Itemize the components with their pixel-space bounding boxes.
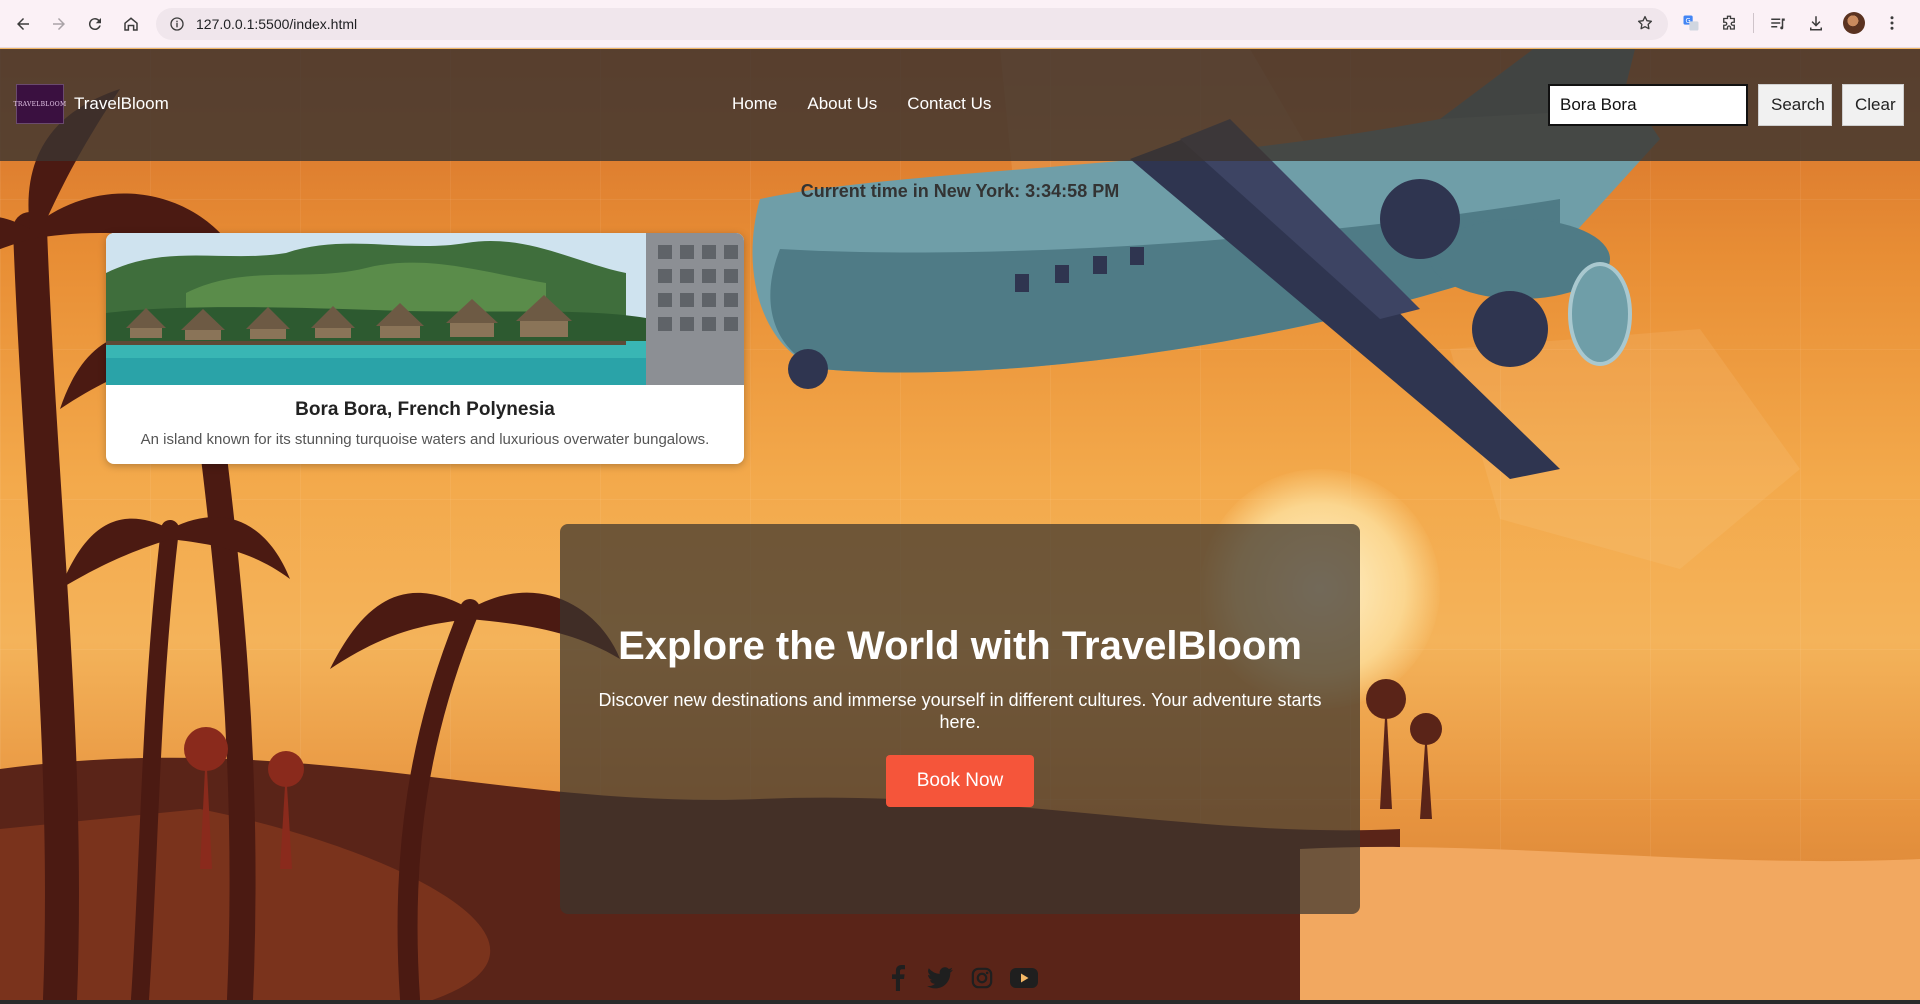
bottom-edge [0,1000,1920,1004]
current-time-display: Current time in New York: 3:34:58 PM [0,181,1920,202]
logo[interactable]: TRAVELBLOOM [13,84,67,124]
nav-about-us[interactable]: About Us [807,94,877,114]
brand-name[interactable]: TravelBloom [74,94,169,114]
toolbar-divider [1753,13,1754,33]
instagram-icon[interactable] [968,965,996,991]
translate-icon[interactable]: G [1677,9,1705,37]
browser-toolbar: 127.0.0.1:5500/index.html G [0,0,1920,48]
clear-button[interactable]: Clear [1842,84,1904,126]
profile-avatar[interactable] [1840,9,1868,37]
current-time-label: Current time in New York: 3:34:58 PM [800,181,1120,201]
address-bar[interactable]: 127.0.0.1:5500/index.html [156,8,1668,40]
logo-text: TRAVELBLOOM [13,100,67,108]
result-card[interactable]: Bora Bora, French Polynesia An island kn… [106,233,744,464]
result-description: An island known for its stunning turquoi… [140,431,710,448]
search-button[interactable]: Search [1758,84,1832,126]
site-header: TRAVELBLOOM TravelBloom Home About Us Co… [0,49,1920,161]
svg-text:G: G [1685,17,1690,25]
hero-panel: Explore the World with TravelBloom Disco… [560,524,1360,914]
nav-contact-us[interactable]: Contact Us [907,94,991,114]
home-icon[interactable] [116,9,146,39]
result-title: Bora Bora, French Polynesia [295,399,555,420]
twitter-icon[interactable] [926,965,954,991]
destination-photo [106,233,744,385]
menu-icon[interactable] [1878,9,1906,37]
back-icon[interactable] [8,9,38,39]
forward-icon[interactable] [44,9,74,39]
main-nav: Home About Us Contact Us [732,94,991,114]
extensions-icon[interactable] [1715,9,1743,37]
book-now-button[interactable]: Book Now [886,755,1034,807]
reading-list-icon[interactable] [1764,9,1792,37]
download-icon[interactable] [1802,9,1830,37]
search-input[interactable] [1548,84,1748,126]
nav-home[interactable]: Home [732,94,777,114]
bookmark-star-icon[interactable] [1636,14,1654,37]
site-info-icon[interactable] [162,16,192,32]
hero-title: Explore the World with TravelBloom [618,624,1302,668]
url-text: 127.0.0.1:5500/index.html [196,16,358,32]
reload-icon[interactable] [80,9,110,39]
social-links [884,965,1038,991]
hero-subtitle: Discover new destinations and immerse yo… [598,690,1322,732]
youtube-icon[interactable] [1010,965,1038,991]
facebook-icon[interactable] [884,965,912,991]
